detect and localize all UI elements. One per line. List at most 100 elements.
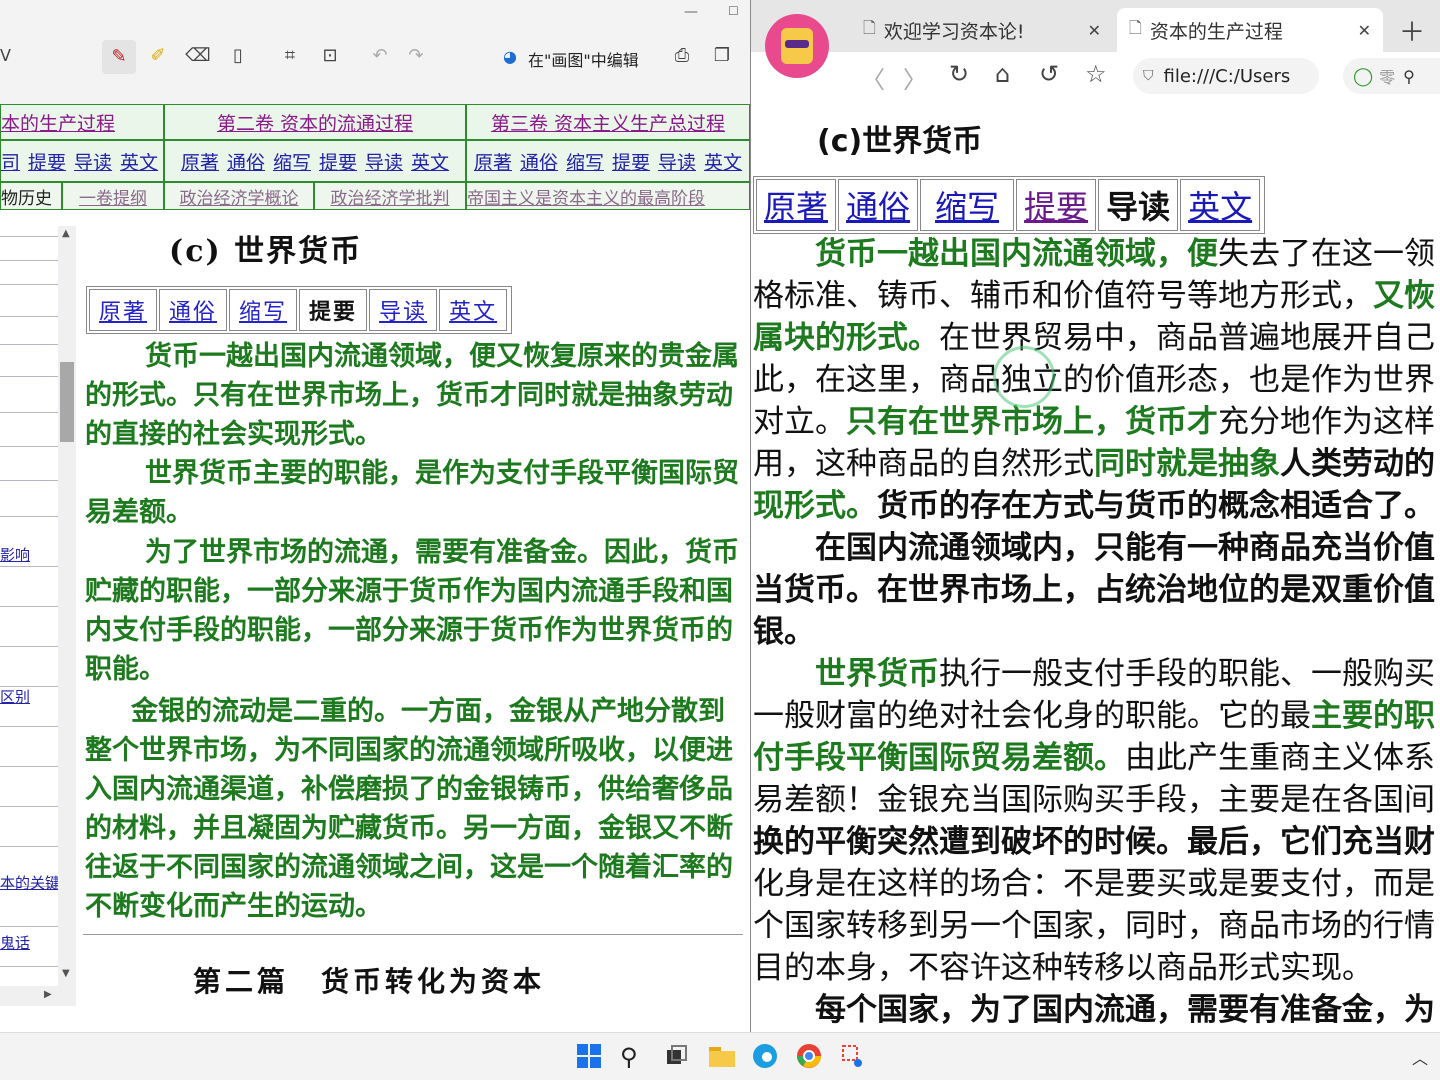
- tab-title: 欢迎学习资本论!: [883, 20, 1025, 43]
- browser-tab[interactable]: 🗋 欢迎学习资本论! ✕: [851, 8, 1113, 52]
- forward-icon[interactable]: 〉: [903, 60, 927, 95]
- part-title: 第二篇 货币转化为资本: [193, 965, 546, 998]
- nav-volume-3[interactable]: 第三卷 资本主义生产总过程: [466, 104, 750, 140]
- scroll-right-icon[interactable]: ▶: [44, 989, 52, 1000]
- tab-summary[interactable]: 提要: [299, 289, 368, 331]
- nav-row3-item[interactable]: 政治经济学批判: [314, 182, 466, 210]
- browser-tab-active[interactable]: 🗋 资本的生产过程 ✕: [1117, 8, 1383, 52]
- save-icon[interactable]: ⎙: [668, 42, 696, 70]
- edit-in-paint-button[interactable]: 在"画图"中编辑: [528, 47, 639, 71]
- summary-paragraph: 金银的流动是二重的。一方面，金银从产地分散到整个世界市场，为不同国家的流通领域所…: [85, 696, 733, 922]
- nav-link[interactable]: 通俗: [227, 148, 265, 175]
- scroll-down-icon[interactable]: ▼: [62, 968, 70, 979]
- toc-link[interactable]: 区别: [0, 686, 30, 707]
- snipping-toolbar: ᐯ ✎ ✐ ⌫ ▯ ⌗ ⊡ ↶ ↷ ◕ 在"画图"中编辑 ⎙ ❐ — ☐: [0, 0, 750, 104]
- highlighter-icon[interactable]: ✐: [144, 42, 172, 70]
- toc-vertical-scrollbar[interactable]: ▲ ▼: [58, 226, 76, 986]
- back-icon[interactable]: 〈: [861, 60, 885, 95]
- nav-link[interactable]: 通俗: [520, 148, 558, 175]
- task-view-icon[interactable]: [664, 1043, 692, 1071]
- ruler-icon[interactable]: ▯: [224, 42, 252, 70]
- nav-link[interactable]: 司: [1, 148, 20, 175]
- document-icon: 🗋: [863, 17, 876, 37]
- taskbar: ⚲ ︿: [0, 1032, 1440, 1080]
- pen-tool-icon[interactable]: ✎: [102, 40, 136, 74]
- nav-link[interactable]: 英文: [120, 148, 158, 175]
- nav-link[interactable]: 提要: [319, 148, 357, 175]
- tab-abridged[interactable]: 缩写: [229, 289, 298, 331]
- nav-volume-2[interactable]: 第二卷 资本的流通过程: [164, 104, 466, 140]
- nav-row3-item[interactable]: 一卷提纲: [62, 182, 164, 210]
- text-actions-icon[interactable]: ⊡: [316, 42, 344, 70]
- snipping-tool-icon[interactable]: [840, 1043, 868, 1071]
- guide-line: 属块的形式。在世界贸易中，商品普遍地展开自己: [753, 320, 1435, 356]
- home-icon[interactable]: ⌂: [995, 60, 1010, 88]
- reload-icon[interactable]: ↻: [949, 60, 969, 88]
- maximize-icon[interactable]: ☐: [728, 4, 739, 18]
- tab-original[interactable]: 原著: [89, 289, 158, 331]
- nav-link[interactable]: 导读: [74, 148, 112, 175]
- nav-row3-item[interactable]: 帝国主义是资本主义的最高阶段: [466, 182, 750, 210]
- nav-row3-item[interactable]: 物历史: [0, 182, 62, 210]
- search-icon[interactable]: ⚲: [1403, 67, 1415, 86]
- nav-link[interactable]: 原著: [474, 148, 512, 175]
- eraser-icon[interactable]: ⌫: [184, 42, 212, 70]
- nav-link[interactable]: 原著: [181, 148, 219, 175]
- search-input[interactable]: ◯ 零 ⚲: [1343, 58, 1440, 94]
- guide-line: 用，这种商品的自然形式同时就是抽象人类劳动的: [753, 446, 1435, 482]
- nav-link[interactable]: 导读: [658, 148, 696, 175]
- nav-link[interactable]: 英文: [411, 148, 449, 175]
- tab-guide[interactable]: 导读: [369, 289, 438, 331]
- toc-horizontal-scrollbar[interactable]: ▶: [0, 986, 76, 1006]
- left-window: ᐯ ✎ ✐ ⌫ ▯ ⌗ ⊡ ↶ ↷ ◕ 在"画图"中编辑 ⎙ ❐ — ☐ 本的生…: [0, 0, 750, 1032]
- guide-line: 现形式。货币的存在方式与货币的概念相适合了。: [753, 488, 1435, 524]
- scroll-up-icon[interactable]: ▲: [62, 228, 70, 239]
- chevron-up-icon[interactable]: ︿: [1412, 1045, 1428, 1069]
- nav-link[interactable]: 英文: [704, 148, 742, 175]
- nav-link[interactable]: 缩写: [566, 148, 604, 175]
- redo-icon[interactable]: ↷: [402, 42, 430, 70]
- tab-popular[interactable]: 通俗: [159, 289, 228, 331]
- new-tab-icon[interactable]: ＋: [1399, 12, 1425, 49]
- tab-abridged[interactable]: 缩写: [920, 179, 1015, 231]
- toc-link[interactable]: 鬼话: [0, 932, 30, 953]
- copy-icon[interactable]: ❐: [708, 42, 736, 70]
- tab-popular[interactable]: 通俗: [838, 179, 919, 231]
- undo-close-icon[interactable]: ↺: [1039, 60, 1059, 88]
- minimize-icon[interactable]: —: [684, 4, 698, 20]
- nav-link[interactable]: 提要: [612, 148, 650, 175]
- paint-app-icon: ◕: [503, 47, 517, 66]
- toc-link[interactable]: 影响: [0, 544, 30, 565]
- nav-link[interactable]: 缩写: [273, 148, 311, 175]
- search-icon[interactable]: ⚲: [620, 1043, 648, 1071]
- crop-icon[interactable]: ⌗: [276, 42, 304, 70]
- undo-icon[interactable]: ↶: [366, 42, 394, 70]
- nav-link[interactable]: 提要: [28, 148, 66, 175]
- tab-guide[interactable]: 导读: [1098, 179, 1179, 231]
- tab-english[interactable]: 英文: [1180, 179, 1261, 231]
- dropdown-chevron-icon[interactable]: ᐯ: [0, 46, 11, 65]
- file-explorer-icon[interactable]: [708, 1043, 736, 1071]
- tab-english[interactable]: 英文: [439, 289, 508, 331]
- edge-icon[interactable]: [752, 1043, 780, 1071]
- nav-volume-1[interactable]: 本的生产过程: [0, 104, 164, 140]
- scroll-thumb[interactable]: [60, 362, 74, 442]
- url-input[interactable]: ⛉ file:///C:/Users: [1133, 58, 1319, 94]
- toc-link[interactable]: 本的关键: [0, 872, 58, 893]
- guide-line: 付手段平衡国际贸易差额。由此产生重商主义体系: [753, 740, 1435, 776]
- close-icon[interactable]: ✕: [1088, 21, 1101, 40]
- version-tabs: 原著 通俗 缩写 提要 导读 英文: [86, 286, 513, 334]
- nav-link[interactable]: 导读: [365, 148, 403, 175]
- tab-original[interactable]: 原著: [756, 179, 837, 231]
- chrome-icon[interactable]: [796, 1043, 824, 1071]
- nav-row3-item[interactable]: 政治经济学概论: [164, 182, 314, 210]
- tab-summary[interactable]: 提要: [1016, 179, 1097, 231]
- bookmark-star-icon[interactable]: ☆: [1085, 60, 1107, 88]
- close-icon[interactable]: ✕: [1358, 21, 1371, 40]
- start-icon[interactable]: [576, 1043, 604, 1071]
- guide-line: 换的平衡突然遭到破坏的时候。最后，它们充当财: [753, 824, 1435, 860]
- left-content-frame: (c) 世界货币 原著 通俗 缩写 提要 导读 英文 货币一越出国内流通领域，便…: [83, 226, 750, 1006]
- guide-line: 格标准、铸币、辅币和价值符号等地方形式，又恢: [753, 278, 1435, 314]
- search-placeholder: 零: [1379, 68, 1396, 87]
- avatar[interactable]: [765, 14, 829, 78]
